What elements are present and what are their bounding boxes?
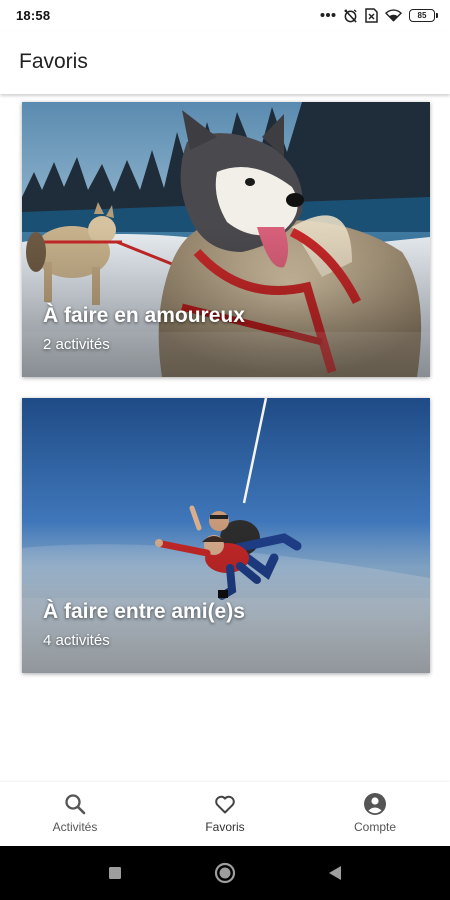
- nav-item-favoris[interactable]: Favoris: [150, 782, 300, 846]
- account-circle-icon: [363, 792, 387, 816]
- more-dots-icon: [320, 12, 336, 18]
- favorite-card-count: 2 activités: [43, 336, 110, 353]
- nav-label-compte: Compte: [353, 820, 397, 834]
- status-time: 18:58: [16, 7, 51, 23]
- nav-item-compte[interactable]: Compte: [300, 782, 450, 846]
- home-circle-icon[interactable]: [205, 853, 245, 893]
- bottom-navigation: Activités Favoris Compte: [0, 782, 450, 846]
- favorite-card-title: À faire en amoureux: [43, 304, 245, 327]
- heart-icon: [213, 792, 237, 816]
- recents-square-icon[interactable]: [95, 853, 135, 893]
- page-title: Favoris: [19, 50, 88, 73]
- alarm-off-icon: [343, 8, 358, 23]
- app-bar: Favoris: [0, 30, 450, 94]
- favorites-list: À faire en amoureux 2 activités À faire …: [0, 94, 450, 782]
- system-navigation-bar: [0, 846, 450, 900]
- wifi-icon: [385, 8, 402, 22]
- status-icons: 85: [320, 7, 438, 23]
- back-triangle-icon[interactable]: [315, 853, 355, 893]
- favorite-card-count: 4 activités: [43, 632, 110, 649]
- nav-item-activites[interactable]: Activités: [0, 782, 150, 846]
- favorite-card-title: À faire entre ami(e)s: [43, 600, 245, 623]
- favorite-card-amoureux[interactable]: À faire en amoureux 2 activités: [22, 102, 430, 377]
- sim-card-icon: [365, 7, 378, 23]
- search-icon: [63, 792, 87, 816]
- favorite-card-amis[interactable]: À faire entre ami(e)s 4 activités: [22, 398, 430, 673]
- status-bar: 18:58 85: [0, 0, 450, 30]
- nav-label-favoris: Favoris: [205, 820, 245, 834]
- battery-icon: 85: [409, 8, 438, 22]
- nav-label-activites: Activités: [52, 820, 98, 834]
